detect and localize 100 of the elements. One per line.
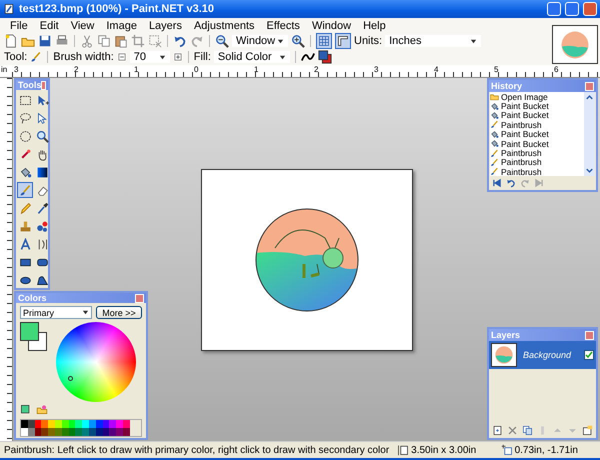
image-size-icon xyxy=(397,444,410,456)
palette-swatch[interactable] xyxy=(21,428,28,436)
eraser-icon xyxy=(36,184,48,196)
add-layer-icon[interactable] xyxy=(492,425,503,436)
ruler-label: 4 xyxy=(434,65,438,74)
palette-swatch[interactable] xyxy=(109,428,116,436)
image-size-text: 3.50in x 3.00in xyxy=(411,444,476,456)
minimize-button[interactable] xyxy=(547,2,561,16)
zoom-in-icon[interactable] xyxy=(291,34,305,48)
history-item[interactable]: Open Image xyxy=(490,92,584,102)
eyedropper-icon xyxy=(36,202,48,214)
rewind-icon[interactable] xyxy=(492,178,502,188)
menu-item[interactable]: Image xyxy=(100,20,143,32)
units-dropdown[interactable]: Inches xyxy=(385,35,482,47)
caret-icon[interactable] xyxy=(158,54,166,60)
close-button[interactable] xyxy=(583,2,597,16)
visibility-checkbox[interactable] xyxy=(584,350,594,360)
add-color-icon[interactable] xyxy=(20,404,31,415)
navigator-thumbnail[interactable] xyxy=(552,25,598,64)
grid-toggle[interactable] xyxy=(316,33,332,49)
paintbrush-icon xyxy=(18,184,32,196)
primary-color-swatch[interactable] xyxy=(20,322,39,341)
caret-icon[interactable] xyxy=(278,54,286,60)
paintbrush-icon xyxy=(490,158,499,167)
save-icon[interactable] xyxy=(38,34,52,48)
paintbrush-icon[interactable] xyxy=(30,51,42,63)
history-item[interactable]: Paint Bucket xyxy=(490,101,584,111)
menu-item[interactable]: Adjustments xyxy=(188,20,260,32)
units-label: Units: xyxy=(354,35,382,47)
menu-item[interactable]: Window xyxy=(306,20,358,32)
palette-swatch[interactable] xyxy=(116,428,123,436)
close-button[interactable] xyxy=(41,80,46,90)
color-mode-dropdown[interactable]: Primary xyxy=(20,306,92,319)
freeform-shape-icon xyxy=(36,274,48,286)
crop-icon[interactable] xyxy=(131,34,145,48)
palette-swatch[interactable] xyxy=(48,428,55,436)
history-item[interactable]: Paint Bucket xyxy=(490,138,584,148)
undo-icon[interactable] xyxy=(173,34,187,48)
close-button[interactable] xyxy=(135,294,144,302)
history-item[interactable]: Paint Bucket xyxy=(490,110,584,120)
rulers-toggle[interactable] xyxy=(335,33,351,49)
menu-item[interactable]: Edit xyxy=(34,20,65,32)
caret-icon[interactable] xyxy=(277,38,284,44)
history-item[interactable]: Paint Bucket xyxy=(490,130,584,139)
layer-row[interactable]: Background xyxy=(489,341,596,369)
menu-item[interactable]: File xyxy=(4,20,34,32)
tool-button[interactable] xyxy=(17,128,33,144)
rectangle-select-icon xyxy=(18,94,32,106)
pencil-icon xyxy=(18,202,32,214)
palette-swatch[interactable] xyxy=(82,428,89,436)
close-button[interactable] xyxy=(585,82,594,90)
new-file-icon[interactable] xyxy=(4,34,18,48)
history-item[interactable]: Paintbrush xyxy=(490,158,584,168)
palette-swatch[interactable] xyxy=(48,420,55,428)
menu-item[interactable]: Help xyxy=(357,20,392,32)
palette-swatch[interactable] xyxy=(75,428,82,436)
palette-swatch[interactable] xyxy=(116,420,123,428)
color-mode-icon[interactable] xyxy=(318,50,332,64)
caret-icon[interactable] xyxy=(82,309,89,316)
history-item[interactable]: Paintbrush xyxy=(490,167,584,176)
minus-icon[interactable] xyxy=(116,52,127,62)
cut-icon[interactable] xyxy=(80,34,94,48)
history-item[interactable]: Paintbrush xyxy=(490,148,584,158)
history-item[interactable]: Paintbrush xyxy=(490,120,584,130)
duplicate-layer-icon[interactable] xyxy=(522,425,533,436)
menu-item[interactable]: Effects xyxy=(260,20,306,32)
ruler-label: 1 xyxy=(134,65,138,74)
lasso-icon xyxy=(18,112,32,124)
undo-icon[interactable] xyxy=(506,178,516,188)
caret-icon[interactable] xyxy=(470,38,478,44)
magnifier-icon xyxy=(36,130,48,142)
layer-thumbnail-drawing xyxy=(495,346,513,364)
zoom-out-icon[interactable] xyxy=(215,34,229,48)
ruler-label: 3 xyxy=(374,65,378,74)
close-button[interactable] xyxy=(585,330,594,340)
palette-swatch[interactable] xyxy=(41,420,48,428)
palette-swatch[interactable] xyxy=(82,420,89,428)
layer-properties-icon[interactable] xyxy=(582,425,593,436)
color-marker[interactable] xyxy=(68,376,73,381)
maximize-button[interactable] xyxy=(565,2,579,16)
gradient-icon xyxy=(36,166,48,178)
ruler-label: 5 xyxy=(494,65,498,74)
tool-button[interactable] xyxy=(34,128,50,144)
palette-swatch[interactable] xyxy=(75,420,82,428)
ruler-label: 6 xyxy=(554,65,558,74)
copy-icon[interactable] xyxy=(97,34,111,48)
palette-swatch[interactable] xyxy=(41,428,48,436)
more-button[interactable]: More >> xyxy=(96,306,142,319)
menu-item[interactable]: View xyxy=(64,20,100,32)
zoom-dropdown[interactable]: Window xyxy=(232,35,288,47)
fill-dropdown[interactable]: Solid Color xyxy=(214,51,290,63)
deselect-icon[interactable] xyxy=(148,34,162,48)
brush-width-field[interactable]: 70 xyxy=(130,51,170,63)
menu-item[interactable]: Layers xyxy=(142,20,188,32)
plus-icon[interactable] xyxy=(172,52,183,62)
canvas[interactable] xyxy=(200,168,412,350)
paste-icon[interactable] xyxy=(114,34,128,48)
delete-icon[interactable] xyxy=(507,425,518,436)
palette-swatch[interactable] xyxy=(109,420,116,428)
palette-swatch[interactable] xyxy=(21,420,28,428)
